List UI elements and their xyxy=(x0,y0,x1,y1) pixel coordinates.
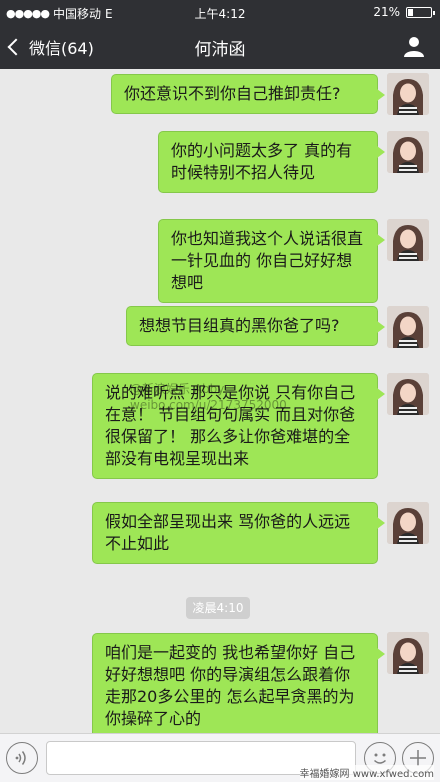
message-text: 想想节目组真的黑你爸了吗? xyxy=(139,316,340,335)
avatar[interactable] xyxy=(387,502,429,544)
message-bubble[interactable]: 咱们是一起变的 我也希望你好 自己好好想想吧 你的导演组怎么跟着你走那20多公里… xyxy=(92,633,385,733)
battery-icon xyxy=(406,6,435,18)
avatar-image xyxy=(387,131,429,173)
message-text: 你也知道我这个人说话很直 一针见血的 你自己好好想想吧 xyxy=(171,229,364,292)
timestamp: 凌晨4:10 xyxy=(186,597,250,619)
avatar[interactable] xyxy=(387,632,429,674)
message-bubble[interactable]: 你还意识不到你自己推卸责任? xyxy=(111,74,385,114)
message-bubble[interactable]: 假如全部呈现出来 骂你爸的人远远不止如此 xyxy=(92,502,385,564)
message-text: 咱们是一起变的 我也希望你好 自己好好想想吧 你的导演组怎么跟着你走那20多公里… xyxy=(105,643,356,728)
avatar-image xyxy=(387,502,429,544)
avatar-image xyxy=(387,373,429,415)
input-bar: 幸福婚嫁网 www.xfwed.com xyxy=(0,733,440,782)
message-bubble[interactable]: 你也知道我这个人说话很直 一针见血的 你自己好好想想吧 xyxy=(158,219,385,303)
avatar-image xyxy=(387,219,429,261)
voice-icon xyxy=(15,751,26,765)
nav-bar: 微信(64) 何沛函 xyxy=(0,24,440,69)
status-bar: ●●●●● 中国移动 E 上午4:12 21% xyxy=(0,0,440,24)
status-right: 21% xyxy=(373,5,435,19)
message-text: 说的难听点 那只是你说 只有你自己在意！ 节目组句句属实 而且对你爸很保留了！ … xyxy=(105,383,356,468)
message-bubble[interactable]: 你的小问题太多了 真的有时候特别不招人待见 xyxy=(158,131,385,193)
message-bubble[interactable]: 想想节目组真的黑你爸了吗? xyxy=(126,306,385,346)
avatar[interactable] xyxy=(387,131,429,173)
site-watermark: 幸福婚嫁网 www.xfwed.com xyxy=(299,765,434,780)
battery-fill xyxy=(408,8,413,16)
chat-title: 何沛函 xyxy=(194,40,246,60)
battery-percent: 21% xyxy=(373,5,400,19)
chat-area[interactable]: 你还意识不到你自己推卸责任? 你的小问题太多了 真的有时候特别不招人待见 你也知… xyxy=(0,69,440,733)
avatar[interactable] xyxy=(387,73,429,115)
avatar[interactable] xyxy=(387,219,429,261)
message-text: 你还意识不到你自己推卸责任? xyxy=(124,84,341,103)
voice-button[interactable] xyxy=(6,742,38,774)
person-icon[interactable] xyxy=(402,34,426,58)
avatar-image xyxy=(387,632,429,674)
message-bubble[interactable]: 说的难听点 那只是你说 只有你自己在意！ 节目组句句属实 而且对你爸很保留了！ … xyxy=(92,373,385,479)
avatar-image xyxy=(387,73,429,115)
message-text: 假如全部呈现出来 骂你爸的人远远不止如此 xyxy=(105,512,351,553)
message-text: 你的小问题太多了 真的有时候特别不招人待见 xyxy=(171,141,353,182)
avatar[interactable] xyxy=(387,306,429,348)
avatar[interactable] xyxy=(387,373,429,415)
avatar-image xyxy=(387,306,429,348)
